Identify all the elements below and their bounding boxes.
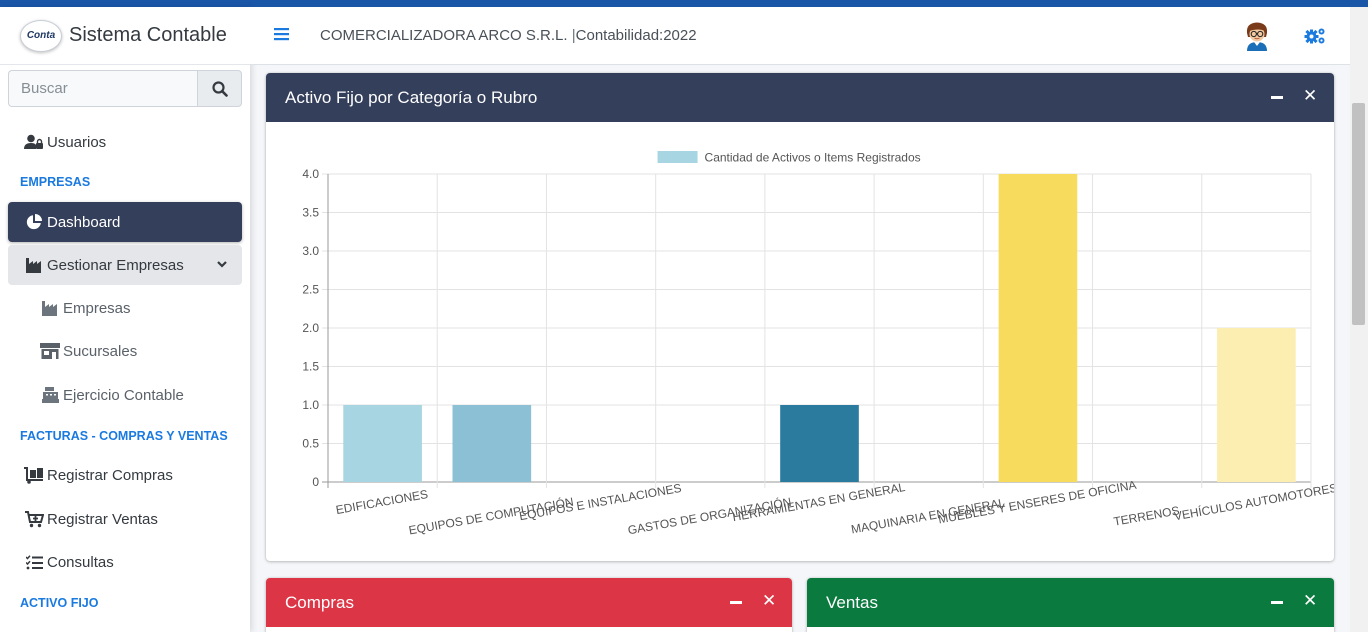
user-lock-icon: [24, 134, 44, 150]
sidebar-item-empresas[interactable]: Empresas: [8, 288, 242, 328]
section-header-activo-fijo: ACTIVO FIJO: [20, 596, 99, 610]
cash-register-icon: [40, 387, 60, 403]
sidebar-item-label: Empresas: [63, 299, 131, 317]
sidebar-item-label: Consultas: [47, 553, 114, 571]
top-navbar: COMERCIALIZADORA ARCO S.R.L. |Contabilid…: [250, 7, 1350, 65]
sidebar-item-label: Registrar Ventas: [47, 510, 158, 528]
menu-toggle-button[interactable]: [274, 27, 289, 46]
bar: [452, 405, 532, 482]
close-icon[interactable]: ✕: [1303, 87, 1317, 104]
chevron-down-icon: [217, 261, 227, 268]
store-icon: [40, 343, 60, 359]
search-button[interactable]: [197, 70, 242, 107]
dolly-boxes-icon: [24, 466, 44, 484]
section-header-empresas: EMPRESAS: [20, 175, 91, 189]
accounting-period: Contabilidad:2022: [575, 27, 697, 44]
sidebar-item-label: Dashboard: [47, 213, 121, 231]
y-tick-label: 3.0: [302, 244, 319, 258]
brand[interactable]: Conta Sistema Contable: [0, 7, 250, 65]
x-tick-label: VEHÍCULOS AUTOMOTORES: [1173, 480, 1334, 524]
bar: [1217, 328, 1296, 482]
bar: [780, 405, 859, 482]
card-title: Activo Fijo por Categoría o Rubro: [285, 87, 538, 107]
industry-icon: [24, 257, 44, 273]
sidebar-item-label: Usuarios: [47, 133, 107, 151]
sidebar-item-gestionar-empresas[interactable]: Gestionar Empresas: [8, 245, 242, 285]
sidebar-item-consultas[interactable]: Consultas: [8, 542, 242, 582]
company-context: COMERCIALIZADORA ARCO S.R.L. |Contabilid…: [320, 27, 697, 44]
y-tick-label: 4.0: [302, 167, 319, 181]
sidebar-item-registrar-ventas[interactable]: Registrar Ventas: [8, 499, 242, 539]
sidebar-item-dashboard[interactable]: Dashboard: [8, 202, 242, 242]
activo-fijo-chart: 00.51.01.52.02.53.03.54.0EDIFICACIONESEQ…: [302, 151, 1334, 538]
section-header-facturas: FACTURAS - COMPRAS Y VENTAS: [20, 429, 228, 443]
sidebar-item-label: Registrar Compras: [47, 466, 173, 484]
brand-name: Sistema Contable: [69, 24, 227, 46]
cart-plus-icon: [24, 510, 44, 528]
settings-button[interactable]: [1304, 27, 1326, 50]
ventas-card: Ventas ✕: [807, 578, 1334, 632]
brand-logo: Conta: [20, 19, 62, 52]
activo-fijo-card: Activo Fijo por Categoría o Rubro ✕ 0 0.5…: [266, 73, 1334, 561]
search-input[interactable]: [8, 70, 197, 107]
minimize-icon[interactable]: [1271, 601, 1283, 604]
industry-icon: [40, 300, 60, 316]
sidebar-item-usuarios[interactable]: Usuarios: [8, 122, 242, 162]
minimize-icon[interactable]: [1271, 96, 1283, 99]
compras-card-header: Compras ✕: [266, 578, 792, 627]
ventas-card-header: Ventas ✕: [807, 578, 1334, 627]
company-name: COMERCIALIZADORA ARCO S.R.L.: [320, 27, 568, 44]
sidebar-item-label: Gestionar Empresas: [47, 256, 184, 274]
user-avatar-icon: [1246, 22, 1268, 51]
page-scrollbar[interactable]: [1350, 7, 1368, 632]
legend-label: Cantidad de Activos o Items Registrados: [705, 151, 921, 165]
x-tick-label: EDIFICACIONES: [335, 487, 429, 517]
y-tick-label: 1.5: [302, 360, 319, 374]
y-tick-label: 2.0: [302, 321, 319, 335]
user-avatar[interactable]: [1244, 21, 1270, 56]
sidebar-item-label: Sucursales: [63, 342, 138, 360]
sidebar-search: [8, 70, 242, 107]
sidebar-item-sucursales[interactable]: Sucursales: [8, 331, 242, 371]
gears-icon: [1304, 28, 1325, 44]
hamburger-icon: [274, 28, 289, 41]
sidebar-item-label: Ejercicio Contable: [63, 386, 184, 404]
close-icon[interactable]: ✕: [762, 592, 776, 609]
y-tick-label: 1.0: [302, 398, 319, 412]
bar: [343, 405, 422, 482]
sidebar: Conta Sistema Contable Usuarios EMPRESAS…: [0, 7, 250, 632]
search-icon: [211, 80, 228, 97]
y-tick-label: 3.5: [302, 206, 319, 220]
scrollbar-thumb[interactable]: [1352, 103, 1365, 325]
sidebar-item-ejercicio-contable[interactable]: Ejercicio Contable: [8, 375, 242, 415]
compras-card: Compras ✕: [266, 578, 792, 632]
activo-fijo-card-header: Activo Fijo por Categoría o Rubro ✕: [266, 73, 1334, 122]
pie-chart-icon: [24, 214, 44, 230]
sidebar-item-registrar-compras[interactable]: Registrar Compras: [8, 455, 242, 495]
y-tick-label: 0.5: [302, 437, 319, 451]
card-title: Ventas: [826, 592, 878, 612]
legend-swatch: [657, 151, 698, 163]
y-tick-label: 0: [312, 475, 319, 489]
top-accent-bar: [0, 0, 1368, 7]
x-tick-label: TERRENOS: [1112, 503, 1180, 528]
tasks-list-icon: [24, 554, 44, 570]
card-title: Compras: [285, 592, 354, 612]
close-icon[interactable]: ✕: [1303, 592, 1317, 609]
minimize-icon[interactable]: [730, 601, 742, 604]
bar: [998, 174, 1078, 482]
y-tick-label: 2.5: [302, 283, 319, 297]
